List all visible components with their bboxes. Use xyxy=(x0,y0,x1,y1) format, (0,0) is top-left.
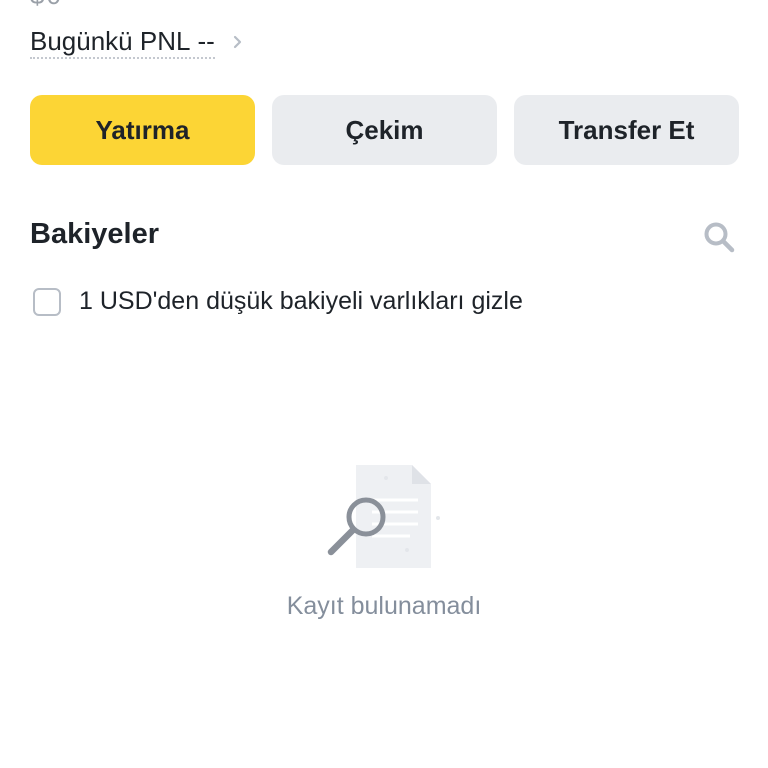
transfer-button[interactable]: Transfer Et xyxy=(514,95,739,165)
empty-records-icon xyxy=(327,465,440,568)
todays-pnl-title: Bugünkü PNL xyxy=(30,25,191,56)
balances-title: Bakiyeler xyxy=(30,218,159,250)
total-balance-value: $0 xyxy=(30,0,63,8)
chevron-right-icon[interactable] xyxy=(229,33,247,51)
hide-small-balances-row[interactable]: 1 USD'den düşük bakiyeli varlıkları gizl… xyxy=(33,287,523,316)
search-icon[interactable] xyxy=(702,220,736,254)
withdraw-button[interactable]: Çekim xyxy=(272,95,497,165)
todays-pnl-row[interactable]: Bugünkü PNL -- xyxy=(30,24,247,60)
wallet-page: $0 Bugünkü PNL-- Yatırma Çekim Transfer … xyxy=(0,0,768,768)
todays-pnl-value: -- xyxy=(197,25,215,56)
hide-small-balances-label: 1 USD'den düşük bakiyeli varlıkları gizl… xyxy=(79,287,523,315)
deposit-button[interactable]: Yatırma xyxy=(30,95,255,165)
empty-state-message: Kayıt bulunamadı xyxy=(286,592,482,620)
wallet-actions: Yatırma Çekim Transfer Et xyxy=(30,95,739,165)
hide-small-balances-checkbox[interactable] xyxy=(33,287,61,316)
todays-pnl-label: Bugünkü PNL -- xyxy=(30,26,215,59)
